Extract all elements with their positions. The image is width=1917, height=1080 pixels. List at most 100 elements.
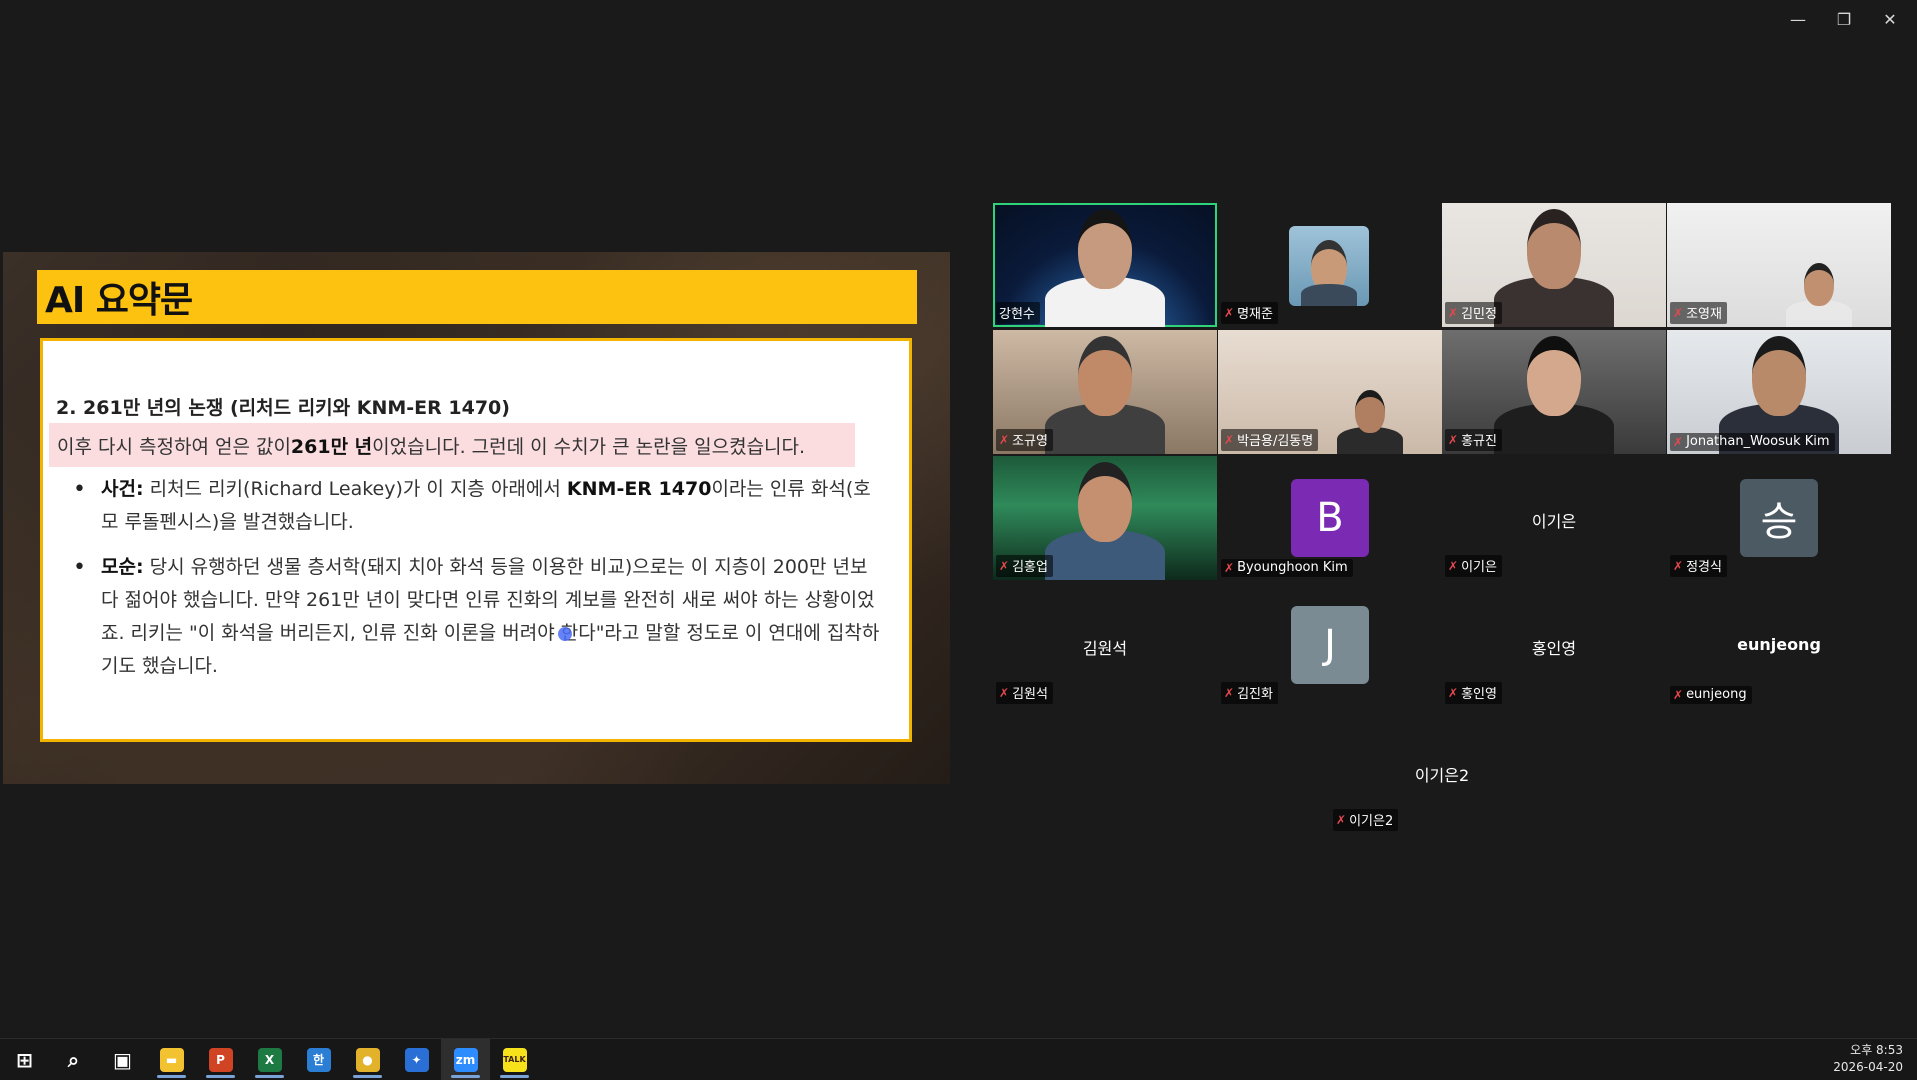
shared-screen: AI 요약문 2. 261만 년의 논쟁 (리처드 리키와 KNM-ER 147… <box>3 252 950 784</box>
system-clock[interactable]: 오후 8:53 2026-04-20 <box>1833 1042 1903 1076</box>
taskbar-apps: ⊞ ⌕ ▣ ▬ P X 한 ● ✦ zm TALK <box>0 1039 539 1080</box>
taskbar-file-explorer-icon[interactable]: ▬ <box>147 1039 196 1080</box>
participant-tile[interactable]: eunjeong ✗ eunjeong <box>1667 583 1891 707</box>
zoom-icon: zm <box>453 1047 478 1072</box>
participant-name: eunjeong <box>1686 687 1747 702</box>
participant-tile[interactable]: 이기은 ✗ 이기은 <box>1442 456 1666 580</box>
task-view-icon: ▣ <box>113 1047 132 1072</box>
participant-name-tag: ✗ 이기은2 <box>1333 809 1399 831</box>
taskbar-powerpoint-icon[interactable]: P <box>196 1039 245 1080</box>
participant-name: 김민정 <box>1461 307 1497 322</box>
participant-name: 명재준 <box>1237 307 1273 322</box>
participant-tile[interactable]: ✗ 홍규진 <box>1442 330 1666 454</box>
participant-name: 홍인영 <box>1461 687 1497 702</box>
bullet-event: 사건: 리처드 리키(Richard Leakey)가 이 지층 아래에서 KN… <box>73 473 883 539</box>
participant-tile[interactable]: 이기은2 ✗ 이기은2 <box>1330 710 1554 834</box>
close-icon[interactable]: ✕ <box>1881 10 1899 29</box>
participant-tile[interactable]: 김원석 ✗ 김원석 <box>993 583 1217 707</box>
mic-muted-icon: ✗ <box>1448 432 1459 447</box>
excel-icon: X <box>257 1047 282 1072</box>
taskbar-kakaotalk-icon[interactable]: TALK <box>490 1039 539 1080</box>
running-indicator <box>500 1075 529 1078</box>
participant-face <box>1527 209 1581 289</box>
running-indicator <box>255 1075 284 1078</box>
window-controls: — ❐ ✕ <box>1789 10 1899 29</box>
running-indicator <box>157 1075 186 1078</box>
participant-name-tag: ✗ 김홍업 <box>996 555 1053 577</box>
participant-name-tag: ✗ 김진화 <box>1221 682 1278 704</box>
participant-name-tag: ✗ 홍인영 <box>1445 682 1502 704</box>
bullet-bold: KNM-ER 1470 <box>566 478 712 500</box>
taskbar-hancom-icon[interactable]: 한 <box>294 1039 343 1080</box>
slide-content-card: 2. 261만 년의 논쟁 (리처드 리키와 KNM-ER 1470) 이후 다… <box>40 338 912 742</box>
participant-tile[interactable]: J ✗ 김진화 <box>1218 583 1442 707</box>
mic-muted-icon: ✗ <box>1224 305 1235 320</box>
participant-face <box>1752 336 1806 416</box>
participant-face <box>1078 462 1132 542</box>
running-indicator <box>353 1075 382 1078</box>
participant-display-name: 홍인영 <box>1531 639 1577 658</box>
mic-muted-icon: ✗ <box>999 432 1010 447</box>
participant-tile[interactable]: ✗ 조영재 <box>1667 203 1891 327</box>
kakaotalk-icon: TALK <box>502 1047 527 1072</box>
participant-name-tag: ✗ 조영재 <box>1670 302 1727 324</box>
participant-face <box>1527 336 1581 416</box>
participant-tile[interactable]: ✗ 김홍업 <box>993 456 1217 580</box>
clock-date: 2026-04-20 <box>1833 1060 1903 1074</box>
mic-muted-icon: ✗ <box>1448 305 1459 320</box>
mic-muted-icon: ✗ <box>1673 558 1684 573</box>
participant-name-tag: ✗ Byounghoon Kim <box>1221 559 1353 577</box>
taskbar-chrome-icon[interactable]: ● <box>343 1039 392 1080</box>
avatar: B <box>1291 479 1369 557</box>
mic-muted-icon: ✗ <box>1224 685 1235 700</box>
participant-face <box>1078 209 1132 289</box>
mic-muted-icon: ✗ <box>1448 685 1459 700</box>
highlight-pre: 이후 다시 측정하여 얻은 값이 <box>57 435 291 458</box>
windows-taskbar: ⊞ ⌕ ▣ ▬ P X 한 ● ✦ zm TALK 오후 8:53 2026-04-20 <box>0 1038 1917 1080</box>
participant-name: 이기은 <box>1461 560 1497 575</box>
taskbar-task-view-icon[interactable]: ▣ <box>98 1039 147 1080</box>
participant-name-tag: ✗ Jonathan_Woosuk Kim <box>1670 433 1835 451</box>
participant-tile[interactable]: ✗ 조규영 <box>993 330 1217 454</box>
taskbar-app-blue-icon[interactable]: ✦ <box>392 1039 441 1080</box>
taskbar-start-icon[interactable]: ⊞ <box>0 1039 49 1080</box>
participant-tile[interactable]: 승 ✗ 정경식 <box>1667 456 1891 580</box>
participant-name-tag: ✗ 박금용/김동명 <box>1221 429 1319 451</box>
mic-muted-icon: ✗ <box>1673 434 1684 449</box>
highlight-sentence: 이후 다시 측정하여 얻은 값이 261만 년 이었습니다. 그런데 이 수치가 … <box>49 423 855 467</box>
bullet-text: 당시 유행하던 생물 층서학(돼지 치아 화석 등을 이용한 비교)으로는 이 … <box>101 556 880 677</box>
highlight-post: 이었습니다. 그런데 이 수치가 큰 논란을 일으켰습니다. <box>372 435 806 458</box>
minimize-icon[interactable]: — <box>1789 10 1807 29</box>
participant-name: 조영재 <box>1686 307 1722 322</box>
participant-name: 홍규진 <box>1461 434 1497 449</box>
mic-muted-icon: ✗ <box>999 685 1010 700</box>
participant-tile[interactable]: B ✗ Byounghoon Kim <box>1218 456 1442 580</box>
participant-tile[interactable]: ✗ Jonathan_Woosuk Kim <box>1667 330 1891 454</box>
start-icon: ⊞ <box>16 1047 33 1072</box>
participant-name-tag: ✗ eunjeong <box>1670 686 1752 704</box>
taskbar-zoom-icon[interactable]: zm <box>441 1039 490 1080</box>
participant-tile[interactable]: 강현수 <box>993 203 1217 327</box>
participant-tile[interactable]: ✗ 김민정 <box>1442 203 1666 327</box>
participant-tile[interactable]: ✗ 명재준 <box>1218 203 1442 327</box>
avatar: 승 <box>1740 479 1818 557</box>
participant-name-tag: ✗ 이기은 <box>1445 555 1502 577</box>
highlight-bold: 261만 년 <box>290 435 373 458</box>
participant-name: 강현수 <box>999 307 1035 322</box>
bullet-label: 사건: <box>101 478 144 500</box>
participant-name-tag: 강현수 <box>996 302 1040 324</box>
participant-name-tag: ✗ 김민정 <box>1445 302 1502 324</box>
profile-photo <box>1289 226 1369 306</box>
running-indicator <box>451 1075 480 1078</box>
participant-name-tag: ✗ 명재준 <box>1221 302 1278 324</box>
restore-icon[interactable]: ❐ <box>1835 10 1853 29</box>
taskbar-search-icon[interactable]: ⌕ <box>49 1039 98 1080</box>
mic-muted-icon: ✗ <box>1448 558 1459 573</box>
participant-tile[interactable]: ✗ 박금용/김동명 <box>1218 330 1442 454</box>
participant-face <box>1078 336 1132 416</box>
participant-name: 김홍업 <box>1012 560 1048 575</box>
chrome-icon: ● <box>355 1047 380 1072</box>
participant-face <box>1355 389 1385 434</box>
taskbar-excel-icon[interactable]: X <box>245 1039 294 1080</box>
participant-tile[interactable]: 홍인영 ✗ 홍인영 <box>1442 583 1666 707</box>
